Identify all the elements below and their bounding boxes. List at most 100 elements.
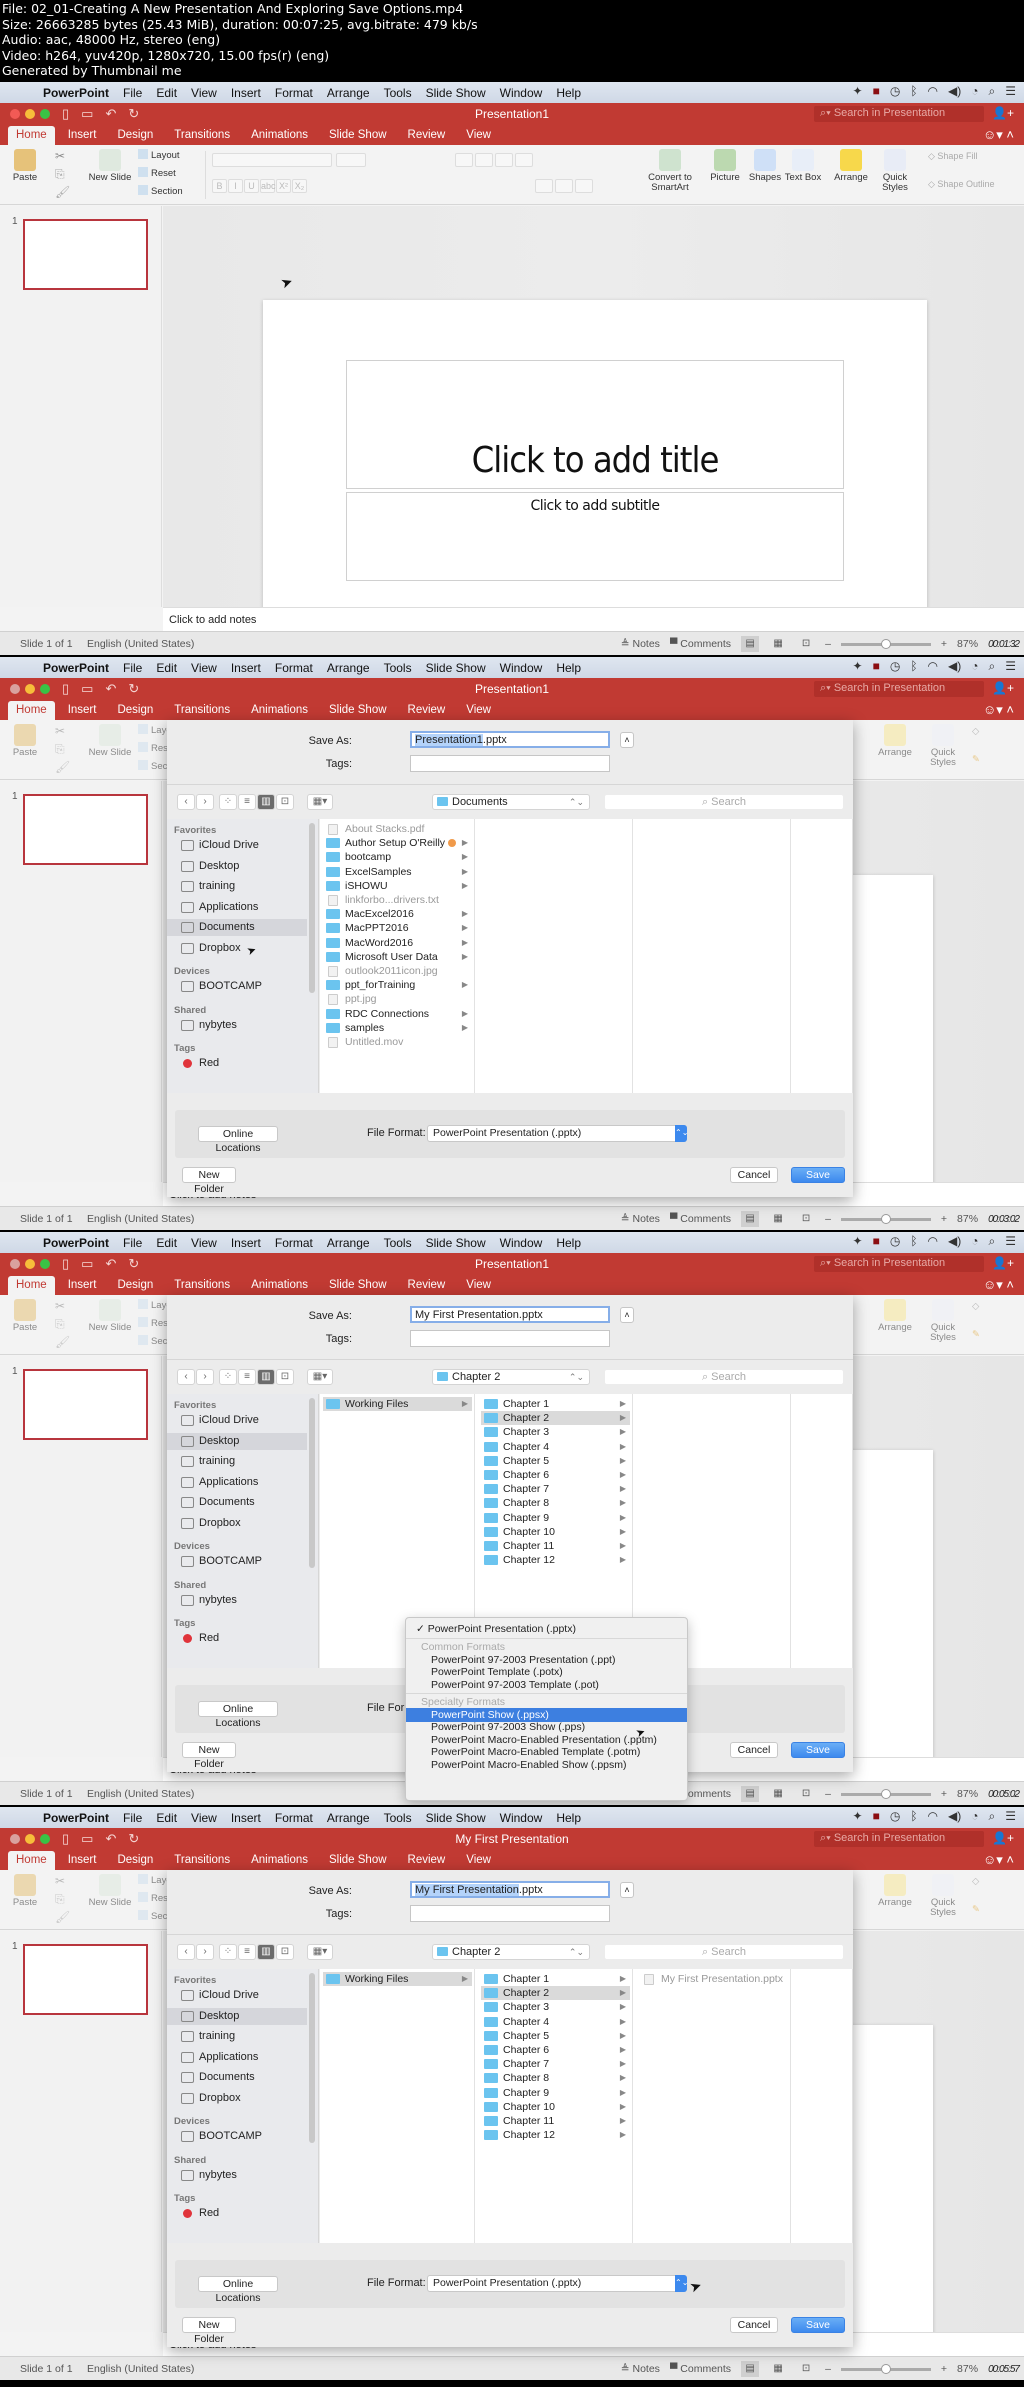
save-button[interactable]: Save [791, 2317, 845, 2333]
tab-review[interactable]: Review [400, 1851, 454, 1870]
shape-outline-button[interactable]: ◇ Shape Outline [928, 179, 994, 190]
sidebar-item-icloud-drive[interactable]: iCloud Drive [167, 1412, 307, 1429]
new-slide-button[interactable]: New Slide [85, 149, 135, 183]
spotlight-icon[interactable]: ⌕ [989, 1234, 996, 1249]
paragraph-format-button[interactable] [555, 179, 573, 193]
tab-animations[interactable]: Animations [243, 1276, 316, 1295]
slide-sorter-button[interactable]: ▦ [769, 636, 787, 652]
tab-home[interactable]: Home [8, 126, 55, 145]
time-machine-icon[interactable]: ◷ [890, 84, 900, 99]
save-icon[interactable]: ▭ [81, 1831, 93, 1847]
zoom-in-button[interactable]: + [941, 2363, 947, 2375]
coverflow-view-button[interactable]: ⊡ [276, 1944, 294, 1960]
tags-input[interactable] [410, 1330, 610, 1347]
menu-item[interactable]: Arrange [327, 1811, 370, 1825]
menu-item[interactable]: Slide Show [426, 1811, 486, 1825]
column-view-button[interactable]: ▥ [257, 794, 275, 810]
paste-button[interactable]: Paste [0, 1874, 50, 1908]
clock-icon[interactable]: ◔ [971, 84, 978, 99]
share-icon[interactable]: 👤+ [992, 681, 1014, 695]
cancel-button[interactable]: Cancel [730, 1742, 778, 1758]
cut-icon[interactable]: ✂ [55, 1874, 65, 1888]
spotlight-icon[interactable]: ⌕ [989, 84, 996, 99]
folder-item[interactable]: Chapter 4 ▶ [481, 2015, 630, 2029]
redo-icon[interactable]: ↻ [128, 1256, 139, 1272]
list-view-button[interactable]: ≡ [238, 1944, 256, 1960]
sidebar-item-desktop[interactable]: Desktop [167, 2007, 307, 2025]
zoom-button[interactable] [40, 684, 50, 694]
font-format-button[interactable]: abc [260, 179, 276, 193]
menu-item[interactable]: Help [556, 661, 581, 675]
folder-item[interactable]: Chapter 9 ▶ [481, 2086, 630, 2100]
icon-view-button[interactable]: ⁘ [219, 1369, 237, 1385]
slide-thumbnail[interactable] [23, 1944, 148, 2015]
slideshow-view-button[interactable]: ⊡ [797, 2361, 815, 2377]
notes-pane[interactable]: Click to add notes [163, 607, 1024, 631]
folder-item[interactable]: RDC Connections ▶ [323, 1007, 472, 1021]
shape-outline-icon[interactable]: ✎ [972, 754, 980, 765]
save-icon[interactable]: ▭ [81, 1256, 93, 1272]
zoom-out-button[interactable]: – [825, 1213, 831, 1225]
sidebar-toggle-icon[interactable]: ▯ [62, 1831, 69, 1847]
notes-toggle[interactable]: ≜ Notes [621, 1213, 660, 1225]
bluetooth-icon[interactable]: ᛒ [910, 1809, 917, 1824]
folder-item[interactable]: Chapter 5 ▶ [481, 1454, 630, 1468]
cut-icon[interactable]: ✂ [55, 724, 65, 738]
slideshow-view-button[interactable]: ⊡ [797, 636, 815, 652]
coverflow-view-button[interactable]: ⊡ [276, 794, 294, 810]
folder-item[interactable]: bootcamp ▶ [323, 850, 472, 864]
slide-sorter-button[interactable]: ▦ [769, 1211, 787, 1227]
tab-insert[interactable]: Insert [60, 701, 105, 720]
feedback-smiley-icon[interactable]: ☺▾ ˄ [983, 1277, 1014, 1293]
shape-outline-icon[interactable]: ✎ [972, 1904, 980, 1915]
browser-column[interactable]: About Stacks.pdf Author Setup O'Reilly ▶ bo… [320, 819, 475, 1093]
menu-item[interactable]: File [123, 661, 142, 675]
notes-toggle[interactable]: ≜ Notes [621, 2363, 660, 2375]
sidebar-item-red[interactable]: Red [167, 1630, 307, 1647]
tab-design[interactable]: Design [109, 1276, 161, 1295]
reset-button[interactable]: Reset [138, 167, 176, 179]
tab-animations[interactable]: Animations [243, 1851, 316, 1870]
arrange-by-button[interactable]: ▦▾ [307, 1944, 333, 1960]
collapse-dialog-button[interactable]: ˄ [620, 1882, 634, 1898]
menu-item[interactable]: Slide Show [426, 1236, 486, 1250]
menu-item[interactable]: View [191, 1811, 217, 1825]
folder-item[interactable]: MacWord2016 ▶ [323, 936, 472, 950]
recording-icon[interactable]: ■ [873, 1809, 880, 1824]
minimize-button[interactable] [25, 109, 35, 119]
sidebar-toggle-icon[interactable]: ▯ [62, 106, 69, 122]
format-painter-icon[interactable]: 🖌 [55, 1910, 70, 1924]
undo-icon[interactable]: ↶ [105, 106, 116, 122]
folder-item[interactable]: Chapter 1 ▶ [481, 1397, 630, 1411]
sidebar-item-red[interactable]: Red [167, 2205, 307, 2222]
cut-icon[interactable]: ✂ [55, 149, 65, 163]
sidebar-item-dropbox[interactable]: Dropbox [167, 2090, 307, 2107]
folder-item[interactable]: Chapter 5 ▶ [481, 2029, 630, 2043]
zoom-button[interactable] [40, 109, 50, 119]
menu-item[interactable]: Format [275, 661, 313, 675]
icon-view-button[interactable]: ⁘ [219, 794, 237, 810]
menu-item[interactable]: Window [500, 86, 543, 100]
save-as-input[interactable]: My First Presentation.pptx [410, 1306, 610, 1323]
menu-item[interactable]: Tools [384, 1236, 412, 1250]
arrange-button[interactable]: Arrange [870, 1874, 920, 1908]
menu-item[interactable]: Insert [231, 1236, 261, 1250]
sidebar-item-desktop[interactable]: Desktop [167, 1432, 307, 1450]
menu-app-name[interactable]: PowerPoint [43, 1811, 109, 1825]
list-view-button[interactable]: ≡ [238, 794, 256, 810]
tab-insert[interactable]: Insert [60, 1851, 105, 1870]
tab-slide-show[interactable]: Slide Show [321, 701, 395, 720]
file-item[interactable]: Untitled.mov [323, 1035, 472, 1049]
folder-item[interactable]: Working Files ▶ [323, 1972, 472, 1986]
menu-app-name[interactable]: PowerPoint [43, 1236, 109, 1250]
folder-item[interactable]: Chapter 12 ▶ [481, 1553, 630, 1567]
normal-view-button[interactable]: ▤ [741, 1786, 760, 1802]
search-in-presentation-input[interactable]: ⌕▾ Search in Presentation [814, 106, 984, 122]
recording-icon[interactable]: ■ [873, 84, 880, 99]
folder-item[interactable]: Chapter 6 ▶ [481, 2043, 630, 2057]
notification-center-icon[interactable]: ☰ [1005, 84, 1016, 99]
arrange-button[interactable]: Arrange [870, 1299, 920, 1333]
search-in-presentation-input[interactable]: ⌕▾ Search in Presentation [814, 681, 984, 697]
dialog-search-input[interactable]: ⌕ Search [604, 794, 844, 810]
folder-item[interactable]: Chapter 4 ▶ [481, 1440, 630, 1454]
